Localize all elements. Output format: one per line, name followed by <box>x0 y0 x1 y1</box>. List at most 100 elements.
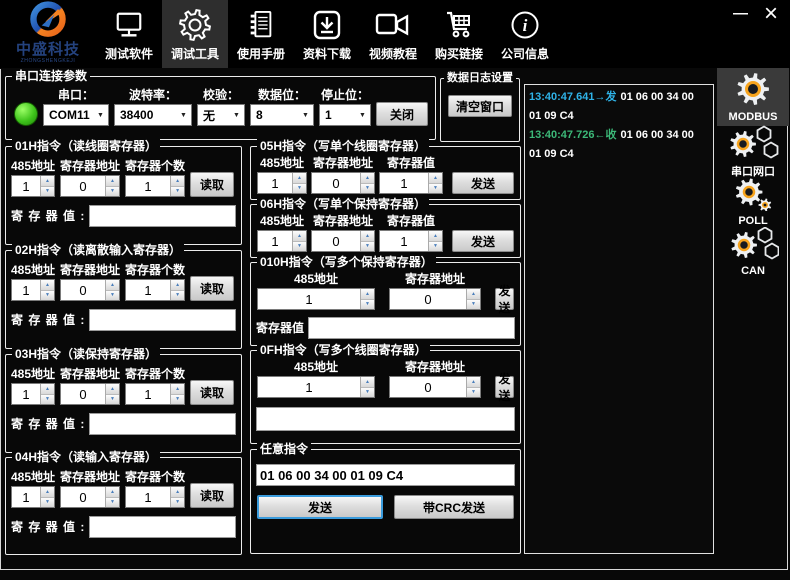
04h-register-address-spinner[interactable]: ▲▼ <box>60 486 120 508</box>
010h-485-address-value-input[interactable] <box>258 289 360 309</box>
parity-select[interactable]: 无▼ <box>197 104 245 126</box>
06h-register-address-spinner[interactable]: ▲▼ <box>311 230 375 252</box>
toolbar-item-info[interactable]: i公司信息 <box>492 0 558 68</box>
03h-register-count-decrement-button[interactable]: ▼ <box>171 395 184 405</box>
toolbar-item-gear[interactable]: 调试工具 <box>162 0 228 68</box>
03h-register-address-spinner[interactable]: ▲▼ <box>60 383 120 405</box>
01h-register-address-decrement-button[interactable]: ▼ <box>106 187 119 197</box>
05h-register-value-increment-button[interactable]: ▲ <box>429 173 442 184</box>
02h-register-address-decrement-button[interactable]: ▼ <box>106 291 119 301</box>
06h-register-value-spinner[interactable]: ▲▼ <box>379 230 443 252</box>
01h-register-address-value-input[interactable] <box>61 176 105 196</box>
log-panel[interactable]: 13:40:47.641→发01 06 00 34 00 01 09 C413:… <box>524 84 714 554</box>
01h-485-address-value-input[interactable] <box>12 176 40 196</box>
03h-read-button[interactable]: 读取 <box>190 380 234 405</box>
04h-register-address-decrement-button[interactable]: ▼ <box>106 498 119 508</box>
010h-register-address-decrement-button[interactable]: ▼ <box>467 300 480 310</box>
06h-register-address-decrement-button[interactable]: ▼ <box>361 242 374 252</box>
toolbar-item-manual[interactable]: 使用手册 <box>228 0 294 68</box>
010h-send-button[interactable]: 发送 <box>495 288 514 310</box>
clear-log-button[interactable]: 清空窗口 <box>448 95 512 117</box>
sidebar-item-can[interactable]: CAN <box>717 225 789 279</box>
stop-bits-select[interactable]: 1▼ <box>319 104 371 126</box>
02h-register-address-value-input[interactable] <box>61 280 105 300</box>
04h-485-address-increment-button[interactable]: ▲ <box>41 487 54 498</box>
05h-register-address-increment-button[interactable]: ▲ <box>361 173 374 184</box>
04h-register-count-increment-button[interactable]: ▲ <box>171 487 184 498</box>
custom-send-button[interactable]: 发送 <box>257 495 383 519</box>
06h-485-address-value-input[interactable] <box>258 231 292 251</box>
01h-register-count-decrement-button[interactable]: ▼ <box>171 187 184 197</box>
com-port-select[interactable]: COM11▼ <box>43 104 109 126</box>
02h-register-count-increment-button[interactable]: ▲ <box>171 280 184 291</box>
06h-register-value-value-input[interactable] <box>380 231 428 251</box>
05h-485-address-value-input[interactable] <box>258 173 292 193</box>
0fh-485-address-spinner[interactable]: ▲▼ <box>257 376 375 398</box>
03h-register-count-increment-button[interactable]: ▲ <box>171 384 184 395</box>
04h-register-address-value-input[interactable] <box>61 487 105 507</box>
06h-register-address-value-input[interactable] <box>312 231 360 251</box>
06h-send-button[interactable]: 发送 <box>452 230 514 252</box>
data-bits-select[interactable]: 8▼ <box>250 104 314 126</box>
05h-register-address-value-input[interactable] <box>312 173 360 193</box>
05h-register-address-decrement-button[interactable]: ▼ <box>361 184 374 194</box>
01h-register-value-input[interactable] <box>89 205 236 227</box>
04h-register-value-input[interactable] <box>89 516 236 538</box>
0fh-register-address-decrement-button[interactable]: ▼ <box>467 388 480 398</box>
06h-register-address-increment-button[interactable]: ▲ <box>361 231 374 242</box>
05h-register-value-spinner[interactable]: ▲▼ <box>379 172 443 194</box>
0fh-register-value-input[interactable] <box>256 407 515 431</box>
010h-485-address-decrement-button[interactable]: ▼ <box>361 300 374 310</box>
010h-register-value-input[interactable] <box>308 317 515 339</box>
03h-register-count-value-input[interactable] <box>126 384 170 404</box>
03h-485-address-decrement-button[interactable]: ▼ <box>41 395 54 405</box>
0fh-send-button[interactable]: 发送 <box>495 376 514 398</box>
05h-485-address-decrement-button[interactable]: ▼ <box>293 184 306 194</box>
sidebar-item-modbus[interactable]: MODBUS <box>717 68 789 126</box>
06h-485-address-spinner[interactable]: ▲▼ <box>257 230 307 252</box>
010h-485-address-increment-button[interactable]: ▲ <box>361 289 374 300</box>
toolbar-item-video-camera[interactable]: 视频教程 <box>360 0 426 68</box>
04h-register-address-increment-button[interactable]: ▲ <box>106 487 119 498</box>
02h-485-address-spinner[interactable]: ▲▼ <box>11 279 55 301</box>
01h-485-address-spinner[interactable]: ▲▼ <box>11 175 55 197</box>
05h-register-address-spinner[interactable]: ▲▼ <box>311 172 375 194</box>
04h-485-address-decrement-button[interactable]: ▼ <box>41 498 54 508</box>
01h-register-address-increment-button[interactable]: ▲ <box>106 176 119 187</box>
01h-register-count-increment-button[interactable]: ▲ <box>171 176 184 187</box>
02h-register-count-decrement-button[interactable]: ▼ <box>171 291 184 301</box>
0fh-485-address-value-input[interactable] <box>258 377 360 397</box>
close-button[interactable]: × <box>764 3 778 25</box>
02h-485-address-increment-button[interactable]: ▲ <box>41 280 54 291</box>
02h-485-address-value-input[interactable] <box>12 280 40 300</box>
03h-485-address-increment-button[interactable]: ▲ <box>41 384 54 395</box>
02h-register-value-input[interactable] <box>89 309 236 331</box>
0fh-485-address-decrement-button[interactable]: ▼ <box>361 388 374 398</box>
custom-command-input[interactable] <box>256 464 515 486</box>
toolbar-item-monitor[interactable]: 测试软件 <box>96 0 162 68</box>
04h-read-button[interactable]: 读取 <box>190 483 234 508</box>
02h-register-count-spinner[interactable]: ▲▼ <box>125 279 185 301</box>
0fh-register-address-increment-button[interactable]: ▲ <box>467 377 480 388</box>
04h-485-address-spinner[interactable]: ▲▼ <box>11 486 55 508</box>
02h-register-count-value-input[interactable] <box>126 280 170 300</box>
04h-register-count-spinner[interactable]: ▲▼ <box>125 486 185 508</box>
serial-close-button[interactable]: 关闭 <box>376 102 428 126</box>
01h-register-count-spinner[interactable]: ▲▼ <box>125 175 185 197</box>
02h-read-button[interactable]: 读取 <box>190 276 234 301</box>
03h-register-value-input[interactable] <box>89 413 236 435</box>
03h-register-address-increment-button[interactable]: ▲ <box>106 384 119 395</box>
03h-register-count-spinner[interactable]: ▲▼ <box>125 383 185 405</box>
0fh-485-address-increment-button[interactable]: ▲ <box>361 377 374 388</box>
toolbar-item-download[interactable]: 资料下载 <box>294 0 360 68</box>
05h-485-address-increment-button[interactable]: ▲ <box>293 173 306 184</box>
custom-send-crc-button[interactable]: 带CRC发送 <box>394 495 514 519</box>
04h-register-count-value-input[interactable] <box>126 487 170 507</box>
01h-read-button[interactable]: 读取 <box>190 172 234 197</box>
010h-register-address-value-input[interactable] <box>390 289 466 309</box>
sidebar-item-poll[interactable]: POLL <box>717 178 789 225</box>
01h-485-address-increment-button[interactable]: ▲ <box>41 176 54 187</box>
05h-register-value-value-input[interactable] <box>380 173 428 193</box>
03h-register-address-decrement-button[interactable]: ▼ <box>106 395 119 405</box>
05h-485-address-spinner[interactable]: ▲▼ <box>257 172 307 194</box>
